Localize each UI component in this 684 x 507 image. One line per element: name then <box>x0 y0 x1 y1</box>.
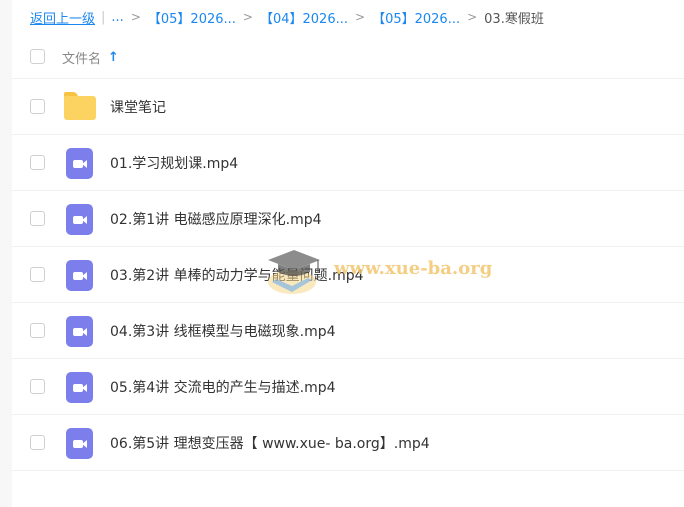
row-checkbox[interactable] <box>30 267 45 282</box>
file-name[interactable]: 05.第4讲 交流电的产生与描述.mp4 <box>110 377 336 397</box>
video-icon <box>64 204 96 235</box>
table-row[interactable]: 课堂笔记 <box>12 79 684 135</box>
row-checkbox[interactable] <box>30 211 45 226</box>
filename-header-label: 文件名 <box>62 52 102 67</box>
back-link[interactable]: 返回上一级 <box>30 8 95 27</box>
breadcrumb-arrow-icon: > <box>355 10 366 24</box>
video-icon <box>64 372 96 403</box>
breadcrumb-item[interactable]: 【05】2026... <box>372 8 460 27</box>
column-header-filename[interactable]: 文件名 ↑ <box>62 48 119 67</box>
breadcrumb-ellipsis[interactable]: ... <box>111 10 123 25</box>
row-checkbox[interactable] <box>30 155 45 170</box>
row-checkbox[interactable] <box>30 435 45 450</box>
table-row[interactable]: 05.第4讲 交流电的产生与描述.mp4 <box>12 359 684 415</box>
breadcrumb-item[interactable]: 【05】2026... <box>148 8 236 27</box>
row-checkbox[interactable] <box>30 99 45 114</box>
table-row[interactable]: 03.第2讲 单棒的动力学与能量问题.mp4 <box>12 247 684 303</box>
table-row[interactable]: 02.第1讲 电磁感应原理深化.mp4 <box>12 191 684 247</box>
video-icon <box>64 260 96 291</box>
breadcrumb-current: 03.寒假班 <box>484 11 544 27</box>
file-list-panel: 返回上一级 | ... > 【05】2026... > 【04】2026... … <box>12 0 684 507</box>
row-checkbox[interactable] <box>30 379 45 394</box>
table-row[interactable]: 04.第3讲 线框模型与电磁现象.mp4 <box>12 303 684 359</box>
file-name[interactable]: 课堂笔记 <box>110 97 166 117</box>
breadcrumb-item[interactable]: 【04】2026... <box>260 8 348 27</box>
table-row[interactable]: 06.第5讲 理想变压器【 www.xue- ba.org】.mp4 <box>12 415 684 471</box>
file-name[interactable]: 02.第1讲 电磁感应原理深化.mp4 <box>110 209 322 229</box>
video-icon <box>64 428 96 459</box>
video-icon <box>64 316 96 347</box>
breadcrumb: 返回上一级 | ... > 【05】2026... > 【04】2026... … <box>30 7 544 27</box>
breadcrumb-arrow-icon: > <box>467 10 478 24</box>
row-checkbox[interactable] <box>30 323 45 338</box>
sort-ascending-icon[interactable]: ↑ <box>108 50 119 65</box>
table-row[interactable]: 01.学习规划课.mp4 <box>12 135 684 191</box>
breadcrumb-arrow-icon: > <box>242 10 253 24</box>
breadcrumb-arrow-icon: > <box>130 10 141 24</box>
table-header: 文件名 ↑ <box>12 38 684 79</box>
file-name[interactable]: 01.学习规划课.mp4 <box>110 153 238 173</box>
file-name[interactable]: 04.第3讲 线框模型与电磁现象.mp4 <box>110 321 336 341</box>
select-all-checkbox[interactable] <box>30 49 45 64</box>
file-name[interactable]: 03.第2讲 单棒的动力学与能量问题.mp4 <box>110 265 364 285</box>
video-icon <box>64 148 96 179</box>
breadcrumb-divider: | <box>101 9 106 25</box>
file-name[interactable]: 06.第5讲 理想变压器【 www.xue- ba.org】.mp4 <box>110 433 430 453</box>
folder-icon <box>64 92 96 122</box>
